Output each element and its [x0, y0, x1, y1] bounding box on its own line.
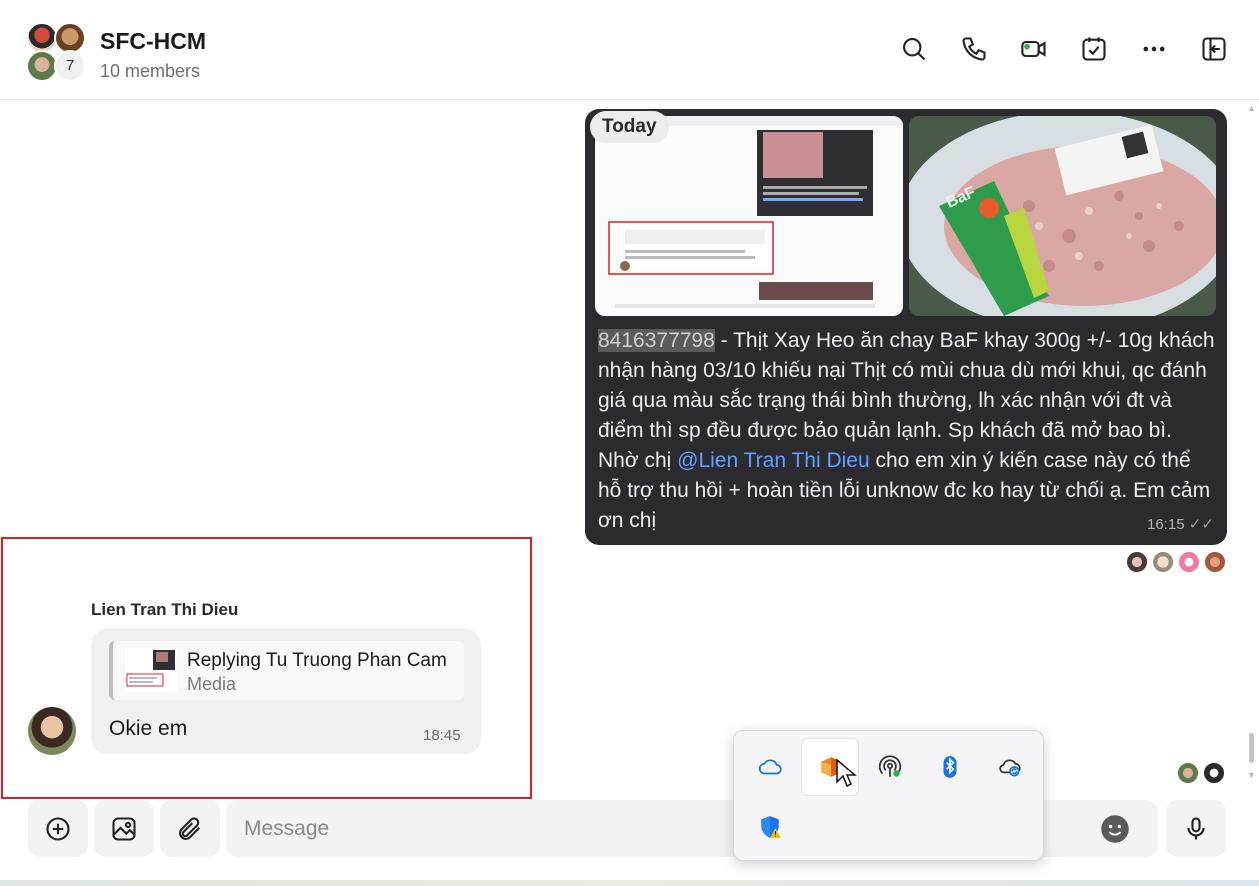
incoming-message-text: Okie em: [109, 717, 188, 740]
more-members-count: 7: [54, 50, 86, 82]
reader-avatar: [1151, 550, 1175, 574]
reader-avatar: [1202, 761, 1226, 785]
chat-header: 7 SFC-HCM 10 members: [0, 0, 1259, 100]
reply-thumbnail: [125, 648, 177, 692]
attachment-image-screenshot[interactable]: [595, 116, 903, 316]
scrollbar-thumb[interactable]: [1249, 733, 1254, 763]
order-id[interactable]: 8416377798: [598, 329, 715, 352]
mouse-cursor-icon: [835, 758, 858, 790]
windows-security-warning-icon[interactable]: [742, 799, 798, 855]
attach-button[interactable]: [160, 800, 220, 857]
scroll-down-arrow[interactable]: ▼: [1247, 770, 1256, 780]
add-icon: [46, 816, 70, 841]
scroll-up-arrow[interactable]: ▲: [1247, 103, 1256, 113]
message-time: 18:45: [423, 727, 461, 744]
read-receipts[interactable]: [1125, 550, 1229, 574]
read-receipts[interactable]: [1176, 761, 1228, 785]
search-icon[interactable]: [898, 33, 930, 65]
onedrive-icon[interactable]: [742, 739, 798, 795]
phone-icon[interactable]: [958, 33, 990, 65]
message-time: 16:15 ✓✓: [1147, 515, 1214, 533]
mention-link[interactable]: @Lien Tran Thi Dieu: [677, 449, 870, 472]
reader-avatar: [1177, 550, 1201, 574]
taskbar-edge: [0, 880, 1259, 886]
time-text: 16:15: [1147, 516, 1185, 533]
image-button[interactable]: [94, 800, 154, 857]
attachment-image-meat-tray[interactable]: BaF: [909, 116, 1216, 316]
reply-subtitle: Media: [187, 674, 237, 694]
reader-avatar: [1176, 761, 1200, 785]
calendar-check-icon[interactable]: [1078, 33, 1110, 65]
sender-avatar[interactable]: [28, 707, 76, 755]
date-divider: Today: [590, 111, 669, 143]
more-icon[interactable]: [1138, 33, 1170, 65]
reader-avatar: [1203, 550, 1227, 574]
attach-icon: [179, 816, 201, 840]
image-icon: [112, 816, 136, 841]
group-name[interactable]: SFC-HCM: [100, 28, 206, 55]
group-avatar[interactable]: 7: [26, 22, 90, 82]
bluetooth-icon[interactable]: [922, 739, 978, 795]
video-icon[interactable]: [1018, 33, 1050, 65]
add-button[interactable]: [28, 800, 88, 857]
emoji-icon[interactable]: [1100, 814, 1130, 844]
reply-title: Replying Tu Truong Phan Cam: [187, 650, 447, 671]
outgoing-message-text: 8416377798 - Thịt Xay Heo ăn chay BaF kh…: [598, 326, 1218, 536]
microphone-icon: [1187, 816, 1205, 839]
collapse-panel-icon[interactable]: [1198, 33, 1230, 65]
microphone-button[interactable]: [1166, 800, 1226, 857]
hotspot-icon[interactable]: [862, 739, 918, 795]
sender-name[interactable]: Lien Tran Thi Dieu: [91, 600, 238, 620]
system-tray-flyout: [733, 730, 1044, 861]
cloud-sync-icon[interactable]: [982, 739, 1038, 795]
reader-avatar: [1125, 550, 1149, 574]
member-count[interactable]: 10 members: [100, 61, 200, 82]
read-check-icon: ✓✓: [1188, 516, 1214, 533]
